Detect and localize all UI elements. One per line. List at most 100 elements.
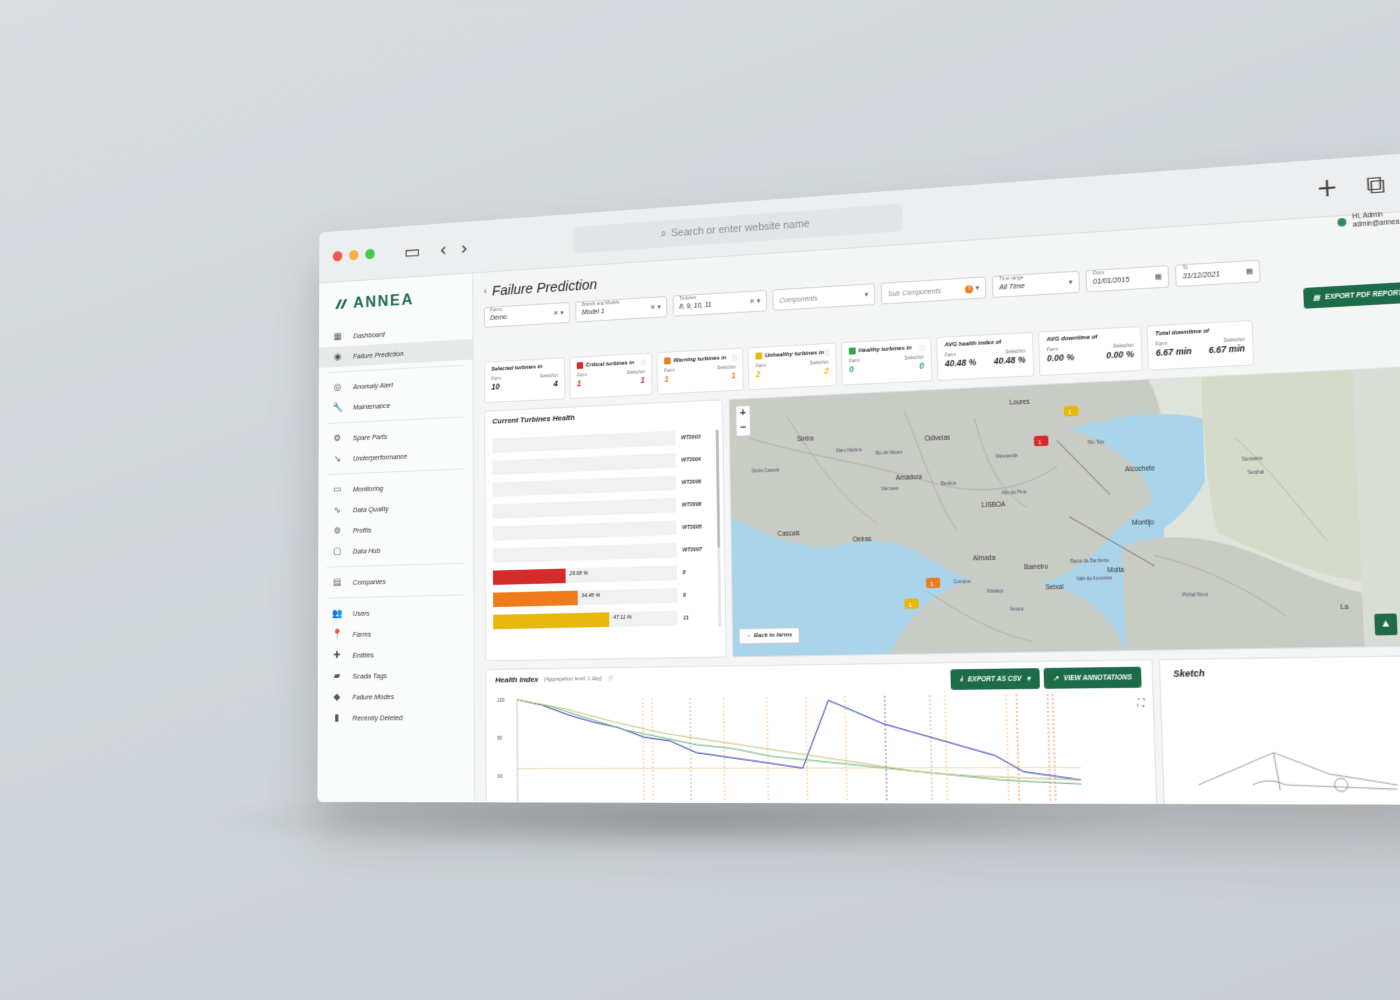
- coins-icon: ⊚: [332, 525, 342, 536]
- help-icon[interactable]: ⓘ: [732, 353, 738, 362]
- help-icon[interactable]: ⓘ: [607, 675, 612, 683]
- sidebar-item-label: Scada Tags: [352, 671, 386, 680]
- export-csv-button[interactable]: ⤓ EXPORT AS CSV ▾: [951, 668, 1040, 690]
- svg-text:Cascais: Cascais: [777, 530, 799, 538]
- svg-text:Barreiro: Barreiro: [1024, 563, 1049, 571]
- y-tick-label: 80: [497, 736, 502, 742]
- help-icon[interactable]: ⓘ: [641, 358, 647, 367]
- status-swatch: [849, 347, 856, 354]
- back-to-farms-button[interactable]: ← Back to farms: [739, 627, 801, 644]
- sidebar-item-label: Spare Parts: [353, 432, 387, 442]
- chevron-down-icon[interactable]: ▾: [865, 291, 869, 299]
- monitor-icon: ▭: [332, 484, 342, 495]
- card-selection-value: 1: [731, 370, 736, 380]
- map-canvas[interactable]: Loures Sintra Odivelas Amadora LISBOA Oe…: [729, 370, 1364, 657]
- turbine-health-row[interactable]: 47.11 % 11: [493, 606, 717, 633]
- turbine-label: 9: [683, 592, 686, 598]
- components-select[interactable]: Components ▾: [772, 283, 875, 311]
- turbine-label: WT2006: [682, 479, 702, 486]
- sidebar-item-companies[interactable]: ▤ Companies: [318, 568, 473, 593]
- map-marker-orange: 1: [926, 578, 940, 589]
- external-link-icon: ↗: [1053, 674, 1059, 682]
- sidebar-item-recently-deleted[interactable]: ▮ Recently Deleted: [318, 706, 474, 728]
- card-title: AVG health index of: [944, 340, 1001, 349]
- divider: [327, 594, 465, 598]
- summary-card: Total downtime of Farm Selection 6.67 min…: [1147, 320, 1255, 371]
- zoom-out-button[interactable]: −: [736, 421, 750, 436]
- chevron-down-icon[interactable]: ▾: [1027, 674, 1031, 682]
- sidebar-item-label: Underperformance: [353, 452, 407, 463]
- time-range-select[interactable]: Time range All Time ▾: [992, 271, 1080, 298]
- clear-and-dropdown-icon[interactable]: ✕ ▾: [553, 309, 564, 317]
- health-index-chart[interactable]: 100 80 60: [495, 687, 1092, 804]
- export-pdf-button[interactable]: ▤ EXPORT PDF REPORT: [1303, 282, 1400, 309]
- calendar-icon[interactable]: ▦: [1246, 267, 1253, 276]
- summary-card: AVG health index of Farm Selection 40.48 …: [936, 332, 1034, 381]
- aggregation-label: (Aggregation level: 1 day): [544, 676, 602, 683]
- card-selection-value: 2: [824, 366, 829, 376]
- minimize-window-button[interactable]: [349, 250, 358, 261]
- terrain-layer-button[interactable]: ▲: [1374, 613, 1397, 635]
- subcomponents-select[interactable]: Sub Components ? ▾: [881, 276, 987, 304]
- collapse-chevron-icon[interactable]: ‹: [484, 286, 487, 296]
- brands-models-value: Model 1: [582, 308, 605, 316]
- user-avatar-icon: [1337, 218, 1346, 227]
- health-bar-percent: 47.11 %: [613, 615, 631, 621]
- help-badge-icon[interactable]: ?: [965, 285, 973, 293]
- svg-text:La: La: [1340, 603, 1349, 611]
- forward-arrow-icon[interactable]: ›: [461, 236, 468, 259]
- clear-and-dropdown-icon[interactable]: ✕ ▾: [749, 297, 760, 305]
- map-panel[interactable]: Loures Sintra Odivelas Amadora LISBOA Oe…: [729, 366, 1400, 658]
- chevron-down-icon[interactable]: ▾: [1069, 278, 1073, 286]
- to-date-field[interactable]: To 31/12/2021 ▦: [1175, 260, 1261, 288]
- sidebar-item-scada-tags[interactable]: ▰ Scada Tags: [318, 663, 474, 686]
- svg-text:Loures: Loures: [1009, 398, 1029, 406]
- turbines-select[interactable]: Turbines 8, 9, 10, 11 ✕ ▾: [673, 290, 767, 317]
- from-date-field[interactable]: From 01/01/2015 ▦: [1085, 265, 1169, 292]
- zoom-in-button[interactable]: +: [736, 406, 750, 421]
- sidebar-toggle-icon[interactable]: ▭: [404, 239, 420, 262]
- sidebar-item-entities[interactable]: ✚ Entities: [318, 642, 474, 666]
- card-farm-value: 0: [849, 364, 854, 374]
- new-tab-icon[interactable]: +: [1316, 173, 1339, 203]
- help-icon[interactable]: ⓘ: [919, 343, 925, 352]
- summary-card: Critical turbines in ⓘ Farm Selection 11: [569, 353, 652, 399]
- summary-card: Unhealthy turbines in ⓘ Farm Selection 22: [748, 343, 837, 391]
- brands-models-select[interactable]: Brands and Models Model 1 ✕ ▾: [575, 296, 667, 323]
- fullscreen-icon[interactable]: ⛶: [1137, 698, 1144, 709]
- view-annotations-label: VIEW ANNOTATIONS: [1064, 674, 1132, 682]
- farms-select-value: Demo: [490, 314, 507, 322]
- view-annotations-button[interactable]: ↗ VIEW ANNOTATIONS: [1043, 667, 1141, 689]
- calendar-icon[interactable]: ▦: [1155, 273, 1162, 282]
- back-arrow-icon[interactable]: ‹: [440, 238, 447, 261]
- maximize-window-button[interactable]: [365, 249, 374, 260]
- svg-text:Rio de Mouro: Rio de Mouro: [875, 449, 902, 455]
- sidebar-item-failure-modes[interactable]: ◆ Failure Modes: [318, 685, 474, 708]
- card-title: Unhealthy turbines in: [765, 350, 824, 359]
- back-to-farms-label: Back to farms: [754, 632, 793, 639]
- turbine-label: WT2003: [681, 434, 701, 441]
- address-bar[interactable]: ⌕ Search or enter website name: [573, 204, 903, 254]
- clear-and-dropdown-icon[interactable]: ✕ ▾: [650, 303, 661, 311]
- from-date-value: 01/01/2015: [1093, 277, 1130, 286]
- farms-select[interactable]: Farms Demo ✕ ▾: [484, 302, 570, 328]
- turbine-health-bars: WT2003 WT2004 WT2006 WT2008 WT2005 WT2007 29.6…: [492, 425, 717, 633]
- svg-text:Alto do Pina: Alto do Pina: [1002, 489, 1028, 495]
- brands-models-label: Brands and Models: [582, 301, 620, 308]
- sidebar-item-data-hub[interactable]: ▢ Data Hub: [318, 537, 473, 563]
- sidebar-item-farms[interactable]: 📍 Farms: [318, 621, 474, 645]
- tabs-overview-icon[interactable]: ⧉: [1366, 169, 1386, 199]
- card-selection-value: 0: [919, 361, 924, 371]
- puzzle-icon: ✚: [332, 650, 342, 661]
- close-window-button[interactable]: [333, 251, 342, 262]
- help-icon[interactable]: ⓘ: [824, 348, 830, 357]
- card-title: Total downtime of: [1155, 328, 1209, 337]
- card-farm-value: 2: [756, 369, 761, 379]
- summary-card: Selected turbines in Farm Selection 10 4: [484, 357, 565, 403]
- svg-text:Odivelas: Odivelas: [925, 434, 950, 442]
- scrollbar-thumb[interactable]: [716, 430, 721, 548]
- turbine-sketch: [1173, 676, 1400, 796]
- health-bar-fill: [493, 591, 578, 608]
- from-date-label: From: [1093, 271, 1105, 277]
- users-icon: 👥: [332, 608, 342, 619]
